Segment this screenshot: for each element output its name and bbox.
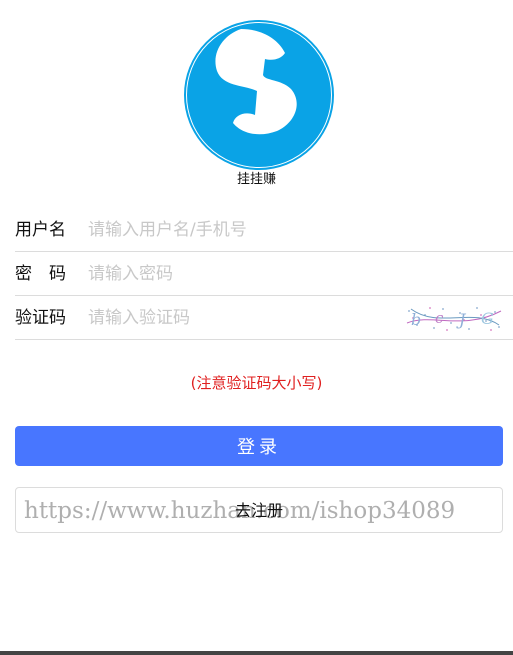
username-input[interactable] — [88, 216, 388, 244]
register-button-label: 去注册 — [234, 501, 283, 520]
captcha-char-4: G — [481, 309, 494, 328]
app-name: 挂挂赚 — [236, 172, 276, 187]
bottom-edge-bar — [0, 651, 513, 655]
captcha-char-2: c — [435, 309, 444, 327]
captcha-char-1: b — [411, 310, 421, 329]
register-button[interactable]: https://www.huzhan.com/ishop34089 去注册 — [15, 487, 503, 533]
captcha-label: 验证码 — [15, 308, 66, 328]
logo-emblem-icon — [183, 19, 335, 171]
captcha-input[interactable] — [88, 304, 388, 332]
app-logo — [183, 19, 335, 171]
username-row: 用户名 — [15, 208, 513, 252]
captcha-row: 验证码 b c J G — [15, 296, 513, 340]
username-label: 用户名 — [15, 220, 66, 240]
captcha-image[interactable]: b c J G — [403, 303, 503, 333]
password-label: 密 码 — [15, 264, 66, 284]
password-input[interactable] — [88, 260, 388, 288]
login-button[interactable]: 登录 — [15, 426, 503, 466]
captcha-case-notice: (注意验证码大小写) — [190, 374, 323, 392]
password-row: 密 码 — [15, 252, 513, 296]
